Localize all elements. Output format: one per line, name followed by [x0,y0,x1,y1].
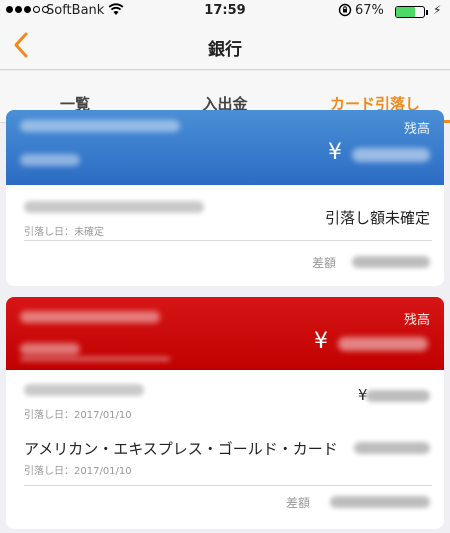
currency-symbol: ¥ [314,329,328,354]
currency-symbol: ¥ [328,140,342,165]
battery-percent: 67% [355,3,384,18]
redacted-difference [330,496,430,508]
card-header: 残高 ¥ [6,297,444,370]
debit-date: 引落し日：2017/01/10 [24,466,132,477]
battery-icon [395,6,428,18]
debit-status: 引落し額未確定 [324,209,430,227]
card-debit-card-2[interactable]: 残高 ¥ 引落し日：2017/01/10 ¥ アメリカン・エキスプレス・ゴールド… [6,297,444,529]
list-item: アメリカン・エキスプレス・ゴールド・カード 引落し日：2017/01/10 [6,428,444,484]
redacted-card-name [20,311,160,323]
redacted-balance [338,337,428,351]
redacted-amount [354,442,430,454]
rotation-lock-icon [338,3,352,17]
divider [24,240,432,241]
divider [24,485,432,486]
debit-date: 引落し日：2017/01/10 [24,410,132,421]
debit-date: 引落し日：未確定 [24,227,104,238]
charging-icon: ⚡ [433,3,442,17]
card-debit-card-1[interactable]: 残高 ¥ 引落し日：未確定 引落し額未確定 差額 [6,110,444,286]
card-name: アメリカン・エキスプレス・ゴールド・カード [24,440,338,458]
redacted-card-name [20,120,180,132]
list-item: 引落し日：未確定 引落し額未確定 [6,189,444,245]
balance-label: 残高 [403,313,430,328]
card-header: 残高 ¥ [6,110,444,185]
difference-label: 差額 [286,496,311,510]
redacted-card-number [20,343,80,355]
redacted-item-name [24,384,144,396]
balance-label: 残高 [403,122,430,137]
redacted-difference [352,256,430,268]
redacted-card-number [20,154,80,166]
navigation-bar: 銀行 [0,22,450,70]
redacted-item-name [24,201,204,213]
redacted-balance [352,148,430,162]
page-title: 銀行 [208,40,242,60]
difference-label: 差額 [312,256,337,270]
redacted-underline [20,357,170,361]
status-bar: SoftBank 17:59 67% ⚡ [0,0,450,22]
list-item: 引落し日：2017/01/10 ¥ [6,372,444,428]
redacted-amount [366,390,430,402]
